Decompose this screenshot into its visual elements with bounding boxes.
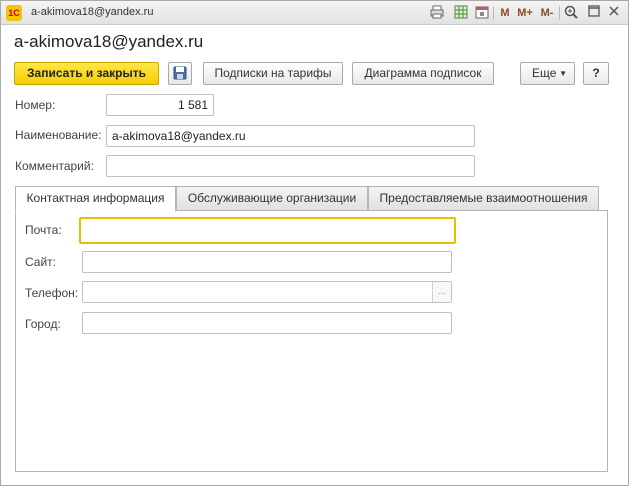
form-window: 1С a-akimova18@yandex.ru M M+ M- a-akimo… [0,0,629,486]
toolbar-separator [493,6,494,20]
page-title: a-akimova18@yandex.ru [14,32,204,51]
name-label: Наименование: [15,128,102,142]
window-title: a-akimova18@yandex.ru [31,6,154,18]
tab-service-organizations[interactable]: Обслуживающие организации [176,186,368,211]
more-menu-label: Еще [532,66,557,80]
save-button[interactable] [168,62,192,85]
comment-label: Комментарий: [15,159,94,173]
phone-select-button[interactable]: ... [432,282,451,302]
tab-contact-info[interactable]: Контактная информация [15,186,176,212]
app-logo-icon: 1С [6,5,22,21]
number-label: Номер: [15,98,56,112]
chevron-down-icon: ▼ [559,69,567,78]
more-menu-button[interactable]: Еще ▼ [520,62,575,85]
name-field[interactable]: a-akimova18@yandex.ru [106,125,475,147]
help-button[interactable]: ? [583,62,609,85]
save-and-close-button[interactable]: Записать и закрыть [14,62,159,85]
site-label: Сайт: [25,255,57,269]
memory-m-button[interactable]: M [498,5,512,21]
zoom-icon[interactable] [563,5,579,21]
phone-field[interactable]: ... [82,281,452,303]
close-icon[interactable] [606,5,622,21]
email-label: Почта: [25,223,62,237]
phone-label: Телефон: [25,286,79,300]
number-field[interactable]: 1 581 [106,94,214,116]
toolbar-separator [559,6,560,20]
email-field[interactable] [79,217,456,244]
city-label: Город: [25,317,61,331]
memory-plus-button[interactable]: M+ [516,5,534,21]
city-field[interactable] [82,312,452,334]
subscription-diagram-button[interactable]: Диаграмма подписок [352,62,494,85]
subscriptions-button[interactable]: Подписки на тарифы [203,62,343,85]
floppy-disk-icon [173,66,187,87]
calendar-icon[interactable] [474,5,490,21]
contact-info-panel: Почта: Сайт: Телефон: ... Город: [15,210,608,472]
comment-field[interactable] [106,155,475,177]
tab-provided-relationships[interactable]: Предоставляемые взаимоотношения [368,186,599,211]
maximize-icon[interactable] [586,5,602,21]
print-icon[interactable] [429,5,445,21]
spreadsheet-icon[interactable] [453,5,469,21]
site-field[interactable] [82,251,452,273]
memory-minus-button[interactable]: M- [538,5,556,21]
title-bar: 1С a-akimova18@yandex.ru M M+ M- [1,1,628,25]
